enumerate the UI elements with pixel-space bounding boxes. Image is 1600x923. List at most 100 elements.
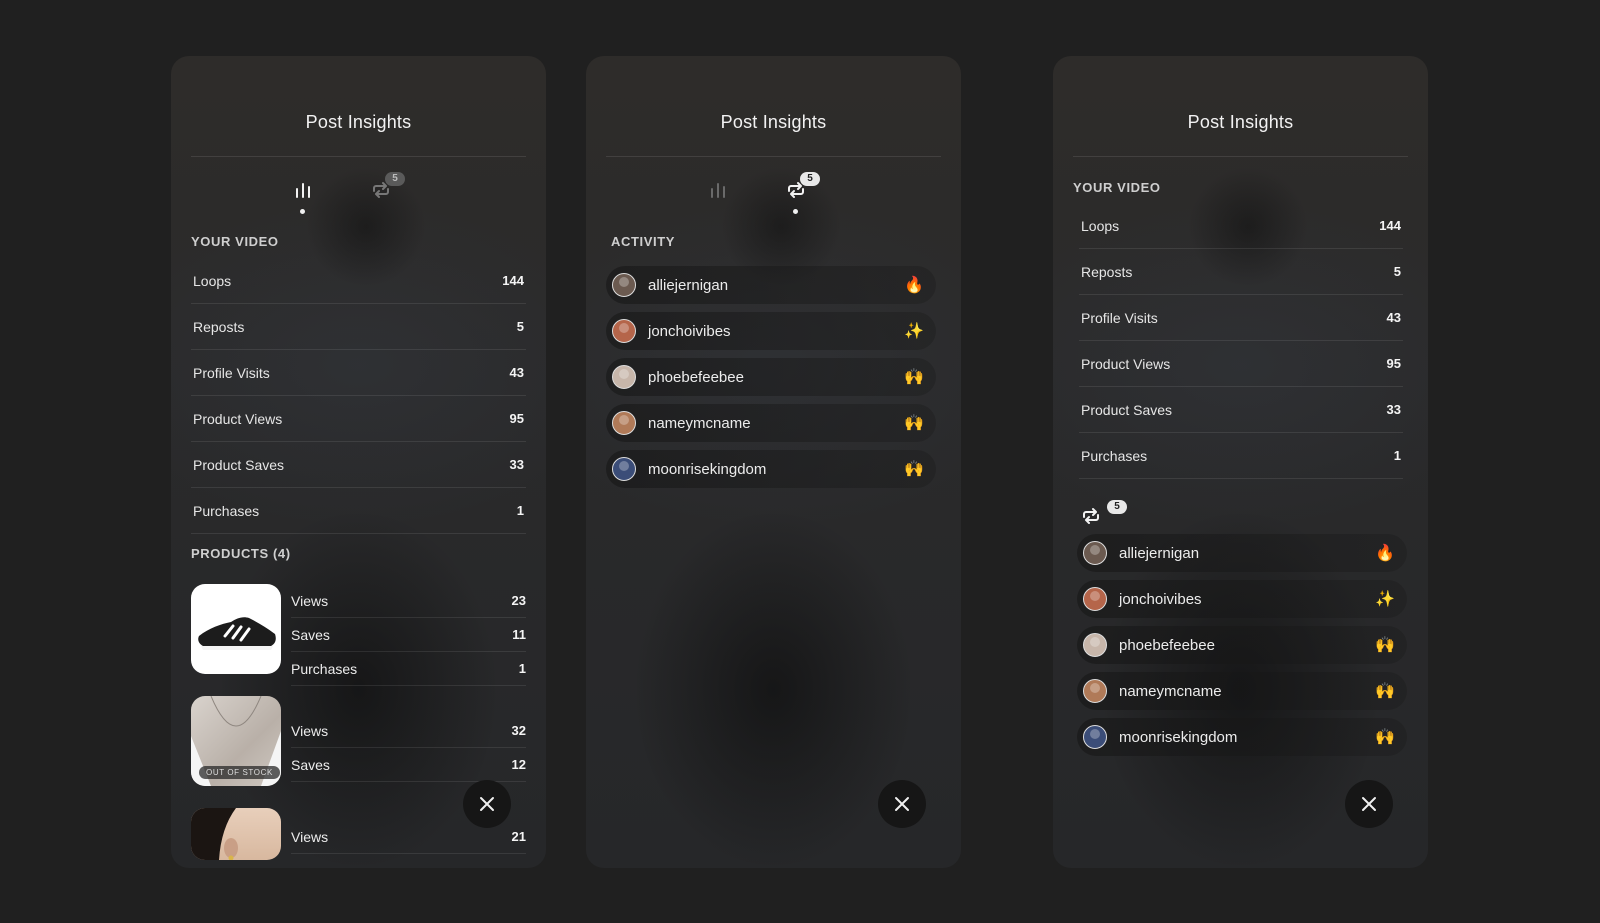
activity-row[interactable]: alliejernigan 🔥 [606, 266, 936, 304]
stat-label: Loops [1081, 217, 1120, 234]
panel-title: Post Insights [305, 112, 412, 132]
activity-row[interactable]: moonrisekingdom 🙌 [1077, 718, 1407, 756]
bar-chart-icon [711, 183, 725, 198]
stat-row-purchases: Purchases 1 [1079, 433, 1403, 479]
stat-label: Product Views [1081, 355, 1171, 372]
activity-row[interactable]: moonrisekingdom 🙌 [606, 450, 936, 488]
video-stats-list: Loops 144 Reposts 5 Profile Visits 43 Produ… [1079, 203, 1403, 479]
activity-username: jonchoivibes [648, 322, 731, 340]
activity-username: jonchoivibes [1119, 590, 1202, 608]
stat-value: 43 [509, 365, 524, 380]
product-stat-row: Purchases 1 [291, 652, 526, 686]
sneaker-image [198, 617, 276, 650]
repost-count-badge: 5 [385, 172, 405, 186]
avatar [612, 411, 636, 435]
title-divider [1073, 156, 1408, 157]
product-stat-value: 32 [511, 723, 526, 738]
avatar [1083, 541, 1107, 565]
stat-row-reposts: Reposts 5 [1079, 249, 1403, 295]
section-products: PRODUCTS (4) [191, 546, 291, 561]
product-stat-label: Purchases [291, 660, 358, 677]
close-icon [480, 797, 494, 811]
product-stat-row: Saves 12 [291, 748, 526, 782]
post-insights-panel-combined: Post Insights YOUR VIDEO Loops 144 Repost… [1053, 56, 1428, 868]
activity-row[interactable]: jonchoivibes ✨ [606, 312, 936, 350]
section-activity: ACTIVITY [611, 234, 676, 249]
stat-row-loops: Loops 144 [1079, 203, 1403, 249]
stat-row-product-views: Product Views 95 [1079, 341, 1403, 387]
product-thumbnail-sneaker [191, 584, 281, 674]
section-your-video: YOUR VIDEO [191, 234, 279, 249]
earring-image [191, 808, 238, 860]
reaction-icon: 🙌 [904, 369, 924, 386]
activity-row[interactable]: nameymcname 🙌 [606, 404, 936, 442]
reaction-icon: 🙌 [904, 415, 924, 432]
title-divider [606, 156, 941, 157]
out-of-stock-badge: OUT OF STOCK [199, 766, 280, 779]
activity-row[interactable]: nameymcname 🙌 [1077, 672, 1407, 710]
activity-username: alliejernigan [1119, 544, 1200, 562]
title-divider [191, 156, 526, 157]
stat-row-loops: Loops 144 [191, 258, 526, 304]
activity-row[interactable]: phoebefeebee 🙌 [1077, 626, 1407, 664]
product-stat-label: Saves [291, 756, 330, 773]
activity-list: alliejernigan 🔥 jonchoivibes ✨ phoebefeebe… [606, 266, 936, 496]
stat-value: 144 [1379, 218, 1401, 233]
stat-row-reposts: Reposts 5 [191, 304, 526, 350]
reaction-icon: 🙌 [1375, 683, 1395, 700]
tab-stats[interactable] [283, 176, 323, 216]
active-tab-dot [300, 209, 305, 214]
activity-row[interactable]: jonchoivibes ✨ [1077, 580, 1407, 618]
product-stat-value: 21 [511, 829, 526, 844]
close-button[interactable] [878, 780, 926, 828]
stat-row-purchases: Purchases 1 [191, 488, 526, 534]
post-insights-panel-stats: Post Insights 5 YOUR VIDEO Loops 144 Repo… [171, 56, 546, 868]
product-stat-row: Saves 11 [291, 618, 526, 652]
stat-value: 95 [509, 411, 524, 426]
stat-value: 95 [1386, 356, 1401, 371]
activity-username: moonrisekingdom [1119, 728, 1238, 746]
reaction-icon: 🙌 [904, 461, 924, 478]
product-thumbnail-necklace: OUT OF STOCK [191, 696, 281, 786]
product-stat-row: Views 23 [291, 584, 526, 618]
product-stat-label: Views [291, 722, 329, 739]
stat-label: Profile Visits [193, 364, 270, 381]
stat-label: Product Saves [193, 456, 285, 473]
reaction-icon: 🔥 [904, 277, 924, 294]
stat-label: Purchases [193, 502, 260, 519]
stat-value: 5 [516, 319, 524, 334]
product-stat-value: 23 [511, 593, 526, 608]
stat-label: Product Saves [1081, 401, 1173, 418]
stat-row-profile-visits: Profile Visits 43 [1079, 295, 1403, 341]
avatar [1083, 587, 1107, 611]
close-button[interactable] [463, 780, 511, 828]
avatar [612, 457, 636, 481]
repost-icon [1083, 508, 1099, 524]
stat-label: Reposts [193, 318, 245, 335]
avatar [612, 273, 636, 297]
stat-label: Purchases [1081, 447, 1148, 464]
stat-value: 5 [1393, 264, 1401, 279]
product-item-sneaker[interactable]: Views 23 Saves 11 Purchases 1 [191, 584, 526, 694]
avatar [1083, 679, 1107, 703]
stat-value: 1 [1393, 448, 1401, 463]
stat-label: Reposts [1081, 263, 1133, 280]
tab-reposts[interactable]: 5 [776, 172, 820, 216]
activity-row[interactable]: alliejernigan 🔥 [1077, 534, 1407, 572]
active-tab-dot [793, 209, 798, 214]
product-stats: Views 32 Saves 12 [291, 714, 526, 782]
stat-row-profile-visits: Profile Visits 43 [191, 350, 526, 396]
product-stats: Views 23 Saves 11 Purchases 1 [291, 584, 526, 686]
close-icon [1362, 797, 1376, 811]
close-button[interactable] [1345, 780, 1393, 828]
tab-stats[interactable] [698, 176, 738, 216]
post-insights-panel-activity: Post Insights 5 ACTIVITY alliejernigan 🔥 … [586, 56, 961, 868]
insights-tabs: 5 [171, 172, 546, 226]
stat-value: 1 [516, 503, 524, 518]
reaction-icon: ✨ [1375, 591, 1395, 608]
stat-value: 33 [1386, 402, 1401, 417]
tab-reposts[interactable]: 5 [361, 172, 405, 216]
section-your-video: YOUR VIDEO [1073, 180, 1161, 195]
activity-row[interactable]: phoebefeebee 🙌 [606, 358, 936, 396]
activity-username: phoebefeebee [648, 368, 744, 386]
